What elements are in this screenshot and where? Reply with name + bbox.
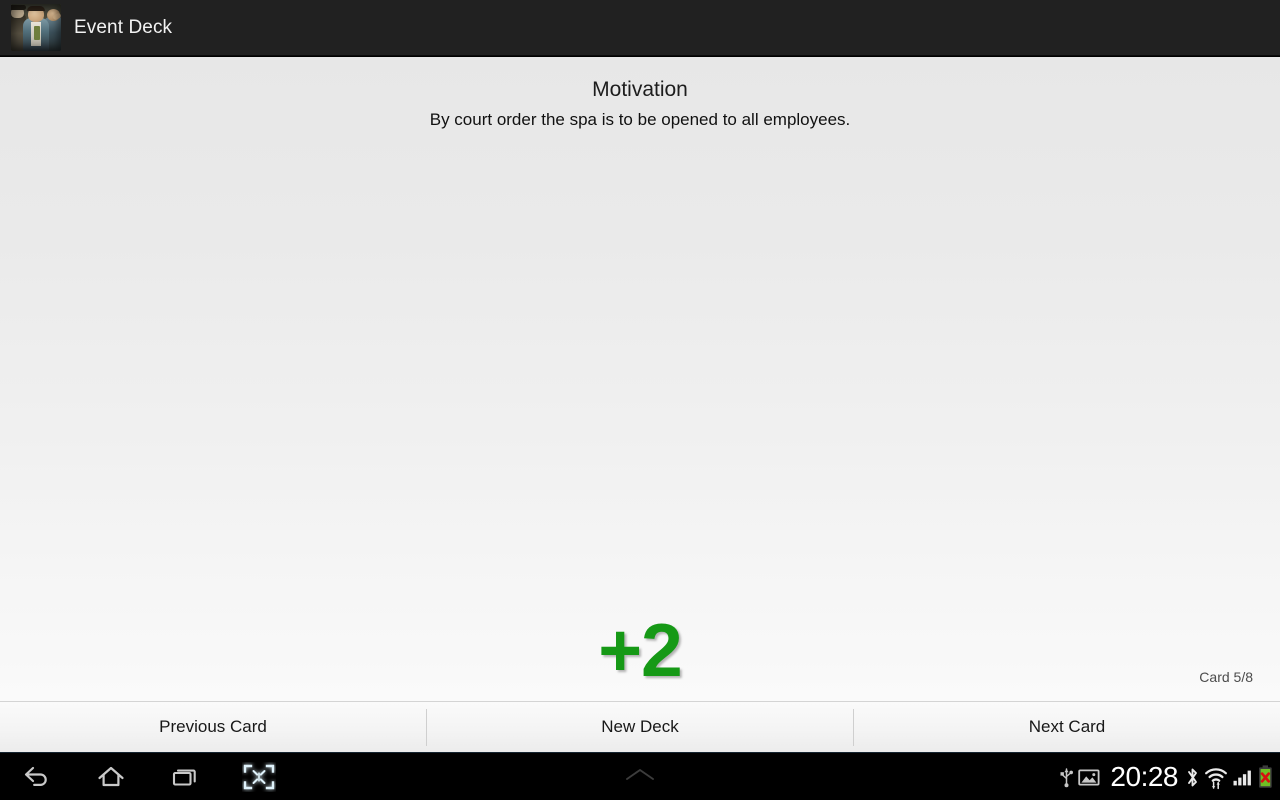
android-navigation-bar: 20:28 bbox=[0, 752, 1280, 800]
chevron-up-icon[interactable] bbox=[617, 764, 663, 791]
status-bar-area[interactable]: 20:28 bbox=[1059, 753, 1274, 800]
back-button[interactable] bbox=[0, 753, 74, 800]
home-icon bbox=[96, 764, 126, 790]
new-deck-button[interactable]: New Deck bbox=[427, 702, 853, 752]
cellular-signal-icon bbox=[1232, 767, 1253, 787]
bluetooth-icon bbox=[1185, 765, 1200, 790]
wifi-icon bbox=[1204, 765, 1228, 790]
navigation-buttons-group bbox=[0, 753, 296, 800]
card-description: By court order the spa is to be opened t… bbox=[429, 110, 851, 129]
shrink-screen-icon bbox=[242, 762, 276, 792]
card-value: +2 bbox=[598, 608, 683, 692]
action-bar: Event Deck bbox=[0, 0, 1280, 56]
card-value-container: +2 bbox=[0, 613, 1280, 688]
back-icon bbox=[22, 764, 52, 790]
usb-icon bbox=[1059, 766, 1074, 788]
shrink-screen-button[interactable] bbox=[222, 753, 296, 800]
card-navigation-button-bar: Previous Card New Deck Next Card bbox=[0, 701, 1280, 752]
card-title: Motivation bbox=[592, 78, 688, 101]
app-icon-vignette bbox=[11, 4, 61, 51]
status-clock: 20:28 bbox=[1110, 761, 1178, 792]
android-tablet-screen: Event Deck Motivation By court order the… bbox=[0, 0, 1280, 800]
next-card-button[interactable]: Next Card bbox=[854, 702, 1280, 752]
battery-error-icon bbox=[1257, 764, 1274, 790]
card-counter: Card 5/8 bbox=[1199, 669, 1253, 685]
home-button[interactable] bbox=[74, 753, 148, 800]
card-content-area: Motivation By court order the spa is to … bbox=[0, 57, 1280, 701]
recent-apps-icon bbox=[170, 764, 200, 790]
recent-apps-button[interactable] bbox=[148, 753, 222, 800]
app-title: Event Deck bbox=[74, 16, 173, 38]
previous-card-button[interactable]: Previous Card bbox=[0, 702, 426, 752]
event-deck-app-icon[interactable] bbox=[11, 4, 61, 51]
screenshot-image-icon bbox=[1078, 768, 1100, 787]
